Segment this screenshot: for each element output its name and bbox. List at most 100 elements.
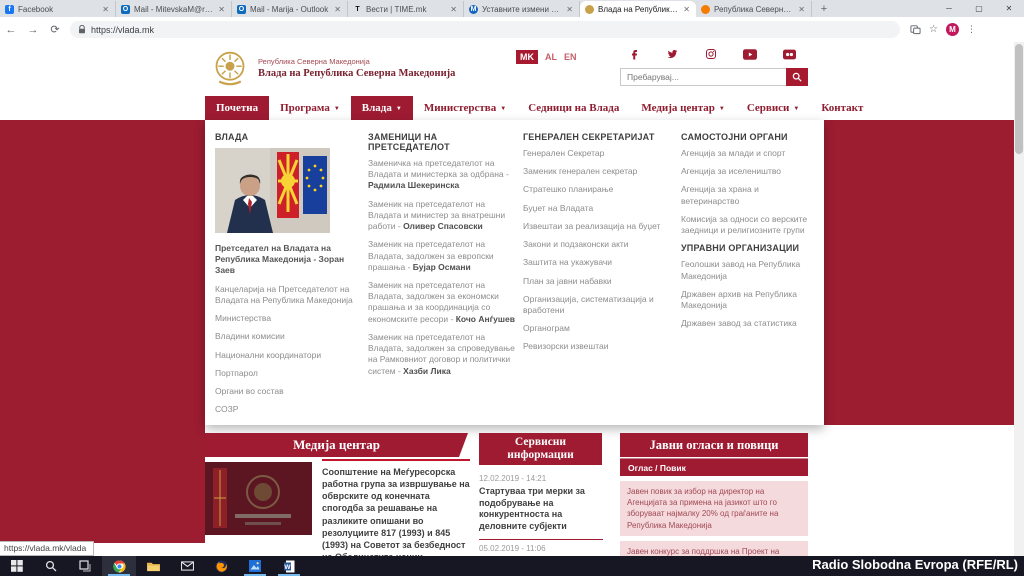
menu-link-deputy[interactable]: Заменик на претседателот на Владата, зад… bbox=[368, 280, 516, 325]
menu-link[interactable]: Организација, систематизација и вработен… bbox=[523, 294, 671, 316]
new-tab-button[interactable]: + bbox=[816, 3, 832, 17]
bookmark-star-icon[interactable]: ☆ bbox=[929, 24, 938, 35]
youtube-icon[interactable] bbox=[743, 49, 757, 60]
nav-item-министерства[interactable]: Министерства▼ bbox=[413, 96, 517, 120]
tab-favicon-outlook: O bbox=[121, 5, 130, 14]
tab-close-icon[interactable]: ✕ bbox=[565, 5, 574, 14]
menu-heading: ЗАМЕНИЦИ НА ПРЕТСЕДАТЕЛОТ bbox=[368, 132, 478, 152]
taskbar-start-icon[interactable] bbox=[0, 556, 34, 576]
menu-link[interactable]: Ревизорски извештаи bbox=[523, 341, 671, 352]
tab-close-icon[interactable]: ✕ bbox=[217, 5, 226, 14]
service-item-title[interactable]: Стартуваа три мерки за подобрување на ко… bbox=[479, 486, 603, 533]
nav-item-влада[interactable]: Влада▼ bbox=[351, 96, 413, 120]
menu-link[interactable]: Органограм bbox=[523, 323, 671, 334]
menu-link-deputy[interactable]: Заменик на претседателот на Владата, зад… bbox=[368, 332, 516, 377]
services-band[interactable]: Сервисни информации bbox=[479, 433, 602, 465]
menu-link[interactable]: Агенција за иселеништво bbox=[681, 166, 815, 177]
media-article[interactable]: Соопштение на Меѓуресорска работна група… bbox=[322, 459, 470, 556]
tab-close-icon[interactable]: ✕ bbox=[101, 5, 110, 14]
browser-tab[interactable]: fFacebook✕ bbox=[0, 1, 116, 17]
forward-icon[interactable]: → bbox=[22, 24, 44, 36]
taskbar-word-icon[interactable]: W bbox=[272, 556, 306, 576]
media-article-thumbnail[interactable] bbox=[205, 462, 312, 535]
browser-tab[interactable]: MУставните измени ставија на с✕ bbox=[464, 1, 580, 17]
taskbar-firefox-icon[interactable] bbox=[204, 556, 238, 576]
menu-link[interactable]: Канцеларија на Претседателот на Владата … bbox=[215, 284, 363, 306]
taskbar-explorer-icon[interactable] bbox=[136, 556, 170, 576]
menu-link[interactable]: Геолошки завод на Република Македонија bbox=[681, 259, 815, 281]
menu-link-deputy[interactable]: Заменик на претседателот на Владата и ми… bbox=[368, 199, 516, 233]
nav-item-програма[interactable]: Програма▼ bbox=[269, 96, 351, 120]
maximize-button[interactable]: ▢ bbox=[964, 0, 994, 17]
menu-link[interactable]: Портпарол bbox=[215, 368, 363, 379]
close-button[interactable]: ✕ bbox=[994, 0, 1024, 17]
extension-icon[interactable] bbox=[910, 24, 921, 35]
back-icon[interactable]: ← bbox=[0, 24, 22, 36]
menu-link[interactable]: Органи во состав bbox=[215, 386, 363, 397]
notices-band[interactable]: Јавни огласи и повици bbox=[620, 433, 808, 457]
profile-avatar[interactable]: M bbox=[946, 23, 959, 36]
taskbar-photos-icon[interactable] bbox=[238, 556, 272, 576]
tab-close-icon[interactable]: ✕ bbox=[449, 5, 458, 14]
reload-icon[interactable]: ⟳ bbox=[44, 23, 66, 36]
menu-link[interactable]: Национални координатори bbox=[215, 350, 363, 361]
taskbar-taskview-icon[interactable] bbox=[68, 556, 102, 576]
twitter-icon[interactable] bbox=[666, 48, 679, 60]
menu-link[interactable]: Комисија за односи со верските заедници … bbox=[681, 214, 815, 236]
language-al[interactable]: AL bbox=[545, 52, 557, 62]
menu-column-deputies: ЗАМЕНИЦИ НА ПРЕТСЕДАТЕЛОТ Заменичка на п… bbox=[368, 128, 516, 384]
menu-link[interactable]: Буџет на Владата bbox=[523, 203, 671, 214]
media-center-band[interactable]: Медија центар bbox=[205, 433, 468, 457]
minimize-button[interactable]: ─ bbox=[934, 0, 964, 17]
flickr-icon[interactable] bbox=[783, 49, 796, 60]
menu-link[interactable]: Генерален Секретар bbox=[523, 148, 671, 159]
search-input[interactable] bbox=[620, 68, 786, 86]
scrollbar-thumb[interactable] bbox=[1015, 44, 1023, 154]
menu-link[interactable]: Државен завод за статистика bbox=[681, 318, 815, 329]
menu-link-deputy[interactable]: Заменичка на претседателот на Владата и … bbox=[368, 158, 516, 192]
taskbar-search-icon[interactable] bbox=[34, 556, 68, 576]
browser-tab[interactable]: OMail - MitevskaM@rferl.org✕ bbox=[116, 1, 232, 17]
menu-link[interactable]: Заштита на укажувачи bbox=[523, 257, 671, 268]
menu-link[interactable]: Агенција за храна и ветеринарство bbox=[681, 184, 815, 206]
nav-item-сервиси[interactable]: Сервиси▼ bbox=[736, 96, 811, 120]
tab-close-icon[interactable]: ✕ bbox=[333, 5, 342, 14]
notice-item[interactable]: Јавен конкурс за поддршка на Проект на з… bbox=[620, 541, 808, 556]
nav-item-почетна[interactable]: Почетна bbox=[205, 96, 269, 120]
browser-tab[interactable]: Република Северна Македони✕ bbox=[696, 1, 812, 17]
prime-minister-photo[interactable] bbox=[215, 148, 330, 233]
site-search bbox=[620, 68, 808, 86]
menu-link[interactable]: Министерства bbox=[215, 313, 363, 324]
menu-link[interactable]: СОЗР bbox=[215, 404, 363, 415]
menu-link[interactable]: Заменик генерален секретар bbox=[523, 166, 671, 177]
menu-link[interactable]: Државен архив на Република Македонија bbox=[681, 289, 815, 311]
menu-link[interactable]: Владини комисии bbox=[215, 331, 363, 342]
page-scrollbar[interactable] bbox=[1014, 42, 1024, 556]
menu-link[interactable]: План за јавни набавки bbox=[523, 276, 671, 287]
language-en[interactable]: EN bbox=[564, 52, 577, 62]
instagram-icon[interactable] bbox=[705, 48, 717, 60]
menu-link[interactable]: Извештаи за реализација на буџет bbox=[523, 221, 671, 232]
address-bar[interactable]: https://vlada.mk bbox=[70, 21, 900, 38]
browser-tab[interactable]: OMail - Marija - Outlook✕ bbox=[232, 1, 348, 17]
site-brand[interactable]: Република Северна Македонија Влада на Ре… bbox=[212, 49, 455, 87]
tab-close-icon[interactable]: ✕ bbox=[682, 5, 691, 14]
menu-link-featured[interactable]: Претседател на Владата на Република Маке… bbox=[215, 243, 363, 277]
nav-item-седници-на-влада[interactable]: Седници на Влада bbox=[517, 96, 630, 120]
nav-item-контакт[interactable]: Контакт bbox=[810, 96, 874, 120]
menu-link[interactable]: Агенција за млади и спорт bbox=[681, 148, 815, 159]
browser-tab[interactable]: TВести | TIME.mk✕ bbox=[348, 1, 464, 17]
chrome-menu-icon[interactable]: ⋮ bbox=[967, 24, 976, 35]
menu-link-deputy[interactable]: Заменик на претседателот на Владата, зад… bbox=[368, 239, 516, 273]
facebook-icon[interactable] bbox=[628, 48, 640, 60]
browser-tab[interactable]: Влада на Република Македони✕ bbox=[580, 1, 696, 17]
notice-item[interactable]: Јавен повик за избор на директор на Аген… bbox=[620, 481, 808, 536]
menu-link[interactable]: Стратешко планирање bbox=[523, 184, 671, 195]
nav-item-медија-центар[interactable]: Медија центар▼ bbox=[630, 96, 735, 120]
tab-close-icon[interactable]: ✕ bbox=[797, 5, 806, 14]
language-mk[interactable]: MK bbox=[516, 50, 538, 64]
taskbar-mail-icon[interactable] bbox=[170, 556, 204, 576]
taskbar-chrome-icon[interactable] bbox=[102, 556, 136, 576]
search-button[interactable] bbox=[786, 68, 808, 86]
menu-link[interactable]: Закони и подзаконски акти bbox=[523, 239, 671, 250]
